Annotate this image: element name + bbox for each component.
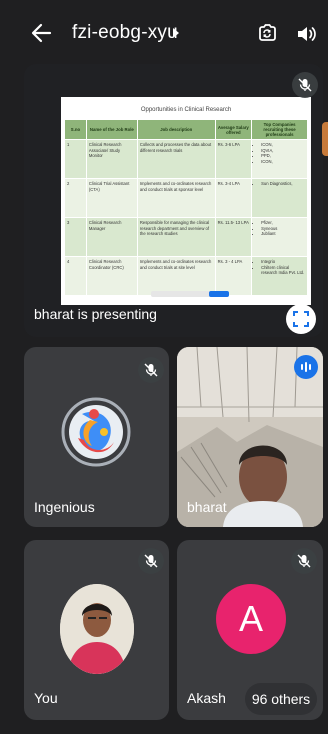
participant-name: Ingenious <box>34 499 95 515</box>
company-item: Sun Diagnostics, <box>261 181 305 187</box>
slide-cell: Rs. 3-4 LPA <box>214 178 253 218</box>
mic-off-icon <box>144 554 158 568</box>
mic-off-icon <box>297 554 311 568</box>
slide-cell: Clinical Research Coordinator (CRC) <box>85 256 138 296</box>
avatar <box>60 584 134 674</box>
slide-cell: 3 <box>64 217 87 257</box>
slide-cell: 1 <box>64 139 87 179</box>
presentation-slide: Opportunities in Clinical Research S.no … <box>61 97 311 305</box>
slide-table-row: 3 Clinical Research Manager Responsible … <box>64 217 308 257</box>
participant-name: bharat <box>187 499 227 515</box>
participant-name: You <box>34 690 58 706</box>
slide-cell: ICON, IQVIA, PPD, ICON, <box>251 139 308 179</box>
back-arrow-icon[interactable] <box>30 22 52 44</box>
others-count-button[interactable]: 96 others <box>245 683 317 715</box>
company-item: Jubliant <box>261 231 305 237</box>
slide-table: S.no Name of the Job Role Job descriptio… <box>64 119 308 296</box>
slide-column-header: Top Companies recruiting these professio… <box>251 119 308 140</box>
slide-column-header: Name of the Job Role <box>85 119 138 140</box>
muted-badge <box>292 72 318 98</box>
muted-badge <box>138 548 164 574</box>
slide-footer-button <box>209 291 229 297</box>
speaker-icon[interactable] <box>296 24 316 44</box>
muted-badge <box>138 357 164 383</box>
switch-camera-icon[interactable] <box>256 22 278 44</box>
fullscreen-button[interactable] <box>286 304 316 334</box>
top-bar: fzi-eobg-xyu <box>0 0 328 68</box>
speaking-indicator <box>294 355 318 379</box>
slide-cell: Implements and co-ordinates research and… <box>136 256 216 296</box>
slide-cell: Implements and co-ordinates research and… <box>136 178 216 218</box>
slide-cell: 4 <box>64 256 87 296</box>
slide-cell: Clinical Research Manager <box>85 217 138 257</box>
company-item: Chiltern clinical research India Pvt. Lt… <box>261 265 305 276</box>
slide-column-header: Average Salary offered <box>214 119 253 140</box>
slide-cell: Clinical Research Associate/ Study Monit… <box>85 139 138 179</box>
slide-cell: Rs. 3 - 4 LPA <box>214 256 253 296</box>
chevron-right-icon[interactable] <box>172 28 180 38</box>
slide-cell: Clinical Trial Assistant (CTA) <box>85 178 138 218</box>
meeting-code[interactable]: fzi-eobg-xyu <box>72 22 178 44</box>
slide-table-row: 4 Clinical Research Coordinator (CRC) Im… <box>64 256 308 296</box>
slide-cell: Sun Diagnostics, <box>251 178 308 218</box>
slide-cell: Rs. 3-6 LPA <box>214 139 253 179</box>
audio-level-icon <box>301 362 311 372</box>
slide-column-header: Job description <box>136 119 216 140</box>
avatar: A <box>216 584 286 654</box>
profile-photo <box>60 584 134 674</box>
slide-column-header: S.no <box>64 119 87 140</box>
participant-tile-ingenious[interactable]: Ingenious <box>24 347 169 527</box>
participant-name: Akash <box>187 690 226 706</box>
slide-cell: Responsible for managing the clinical re… <box>136 217 216 257</box>
slide-cell: Integrio Chiltern clinical research Indi… <box>251 256 308 296</box>
ingenious-logo <box>61 397 131 467</box>
fullscreen-icon <box>293 311 309 327</box>
slide-cell: Pfizer, Syneous Jubliant <box>251 217 308 257</box>
presenter-label: bharat is presenting <box>34 306 157 322</box>
side-panel-handle[interactable] <box>322 122 328 156</box>
slide-table-row: 2 Clinical Trial Assistant (CTA) Impleme… <box>64 178 308 218</box>
mic-off-icon <box>298 78 312 92</box>
mic-off-icon <box>144 363 158 377</box>
slide-cell: Rs. 11.5- 13 LPA <box>214 217 253 257</box>
presentation-tile[interactable]: Opportunities in Clinical Research S.no … <box>24 64 323 337</box>
company-item: ICON, <box>261 159 305 165</box>
slide-cell: 2 <box>64 178 87 218</box>
slide-title: Opportunities in Clinical Research <box>140 107 232 113</box>
muted-badge <box>291 548 317 574</box>
slide-cell: Collects and processes the data about di… <box>136 139 216 179</box>
slide-table-row: 1 Clinical Research Associate/ Study Mon… <box>64 139 308 179</box>
